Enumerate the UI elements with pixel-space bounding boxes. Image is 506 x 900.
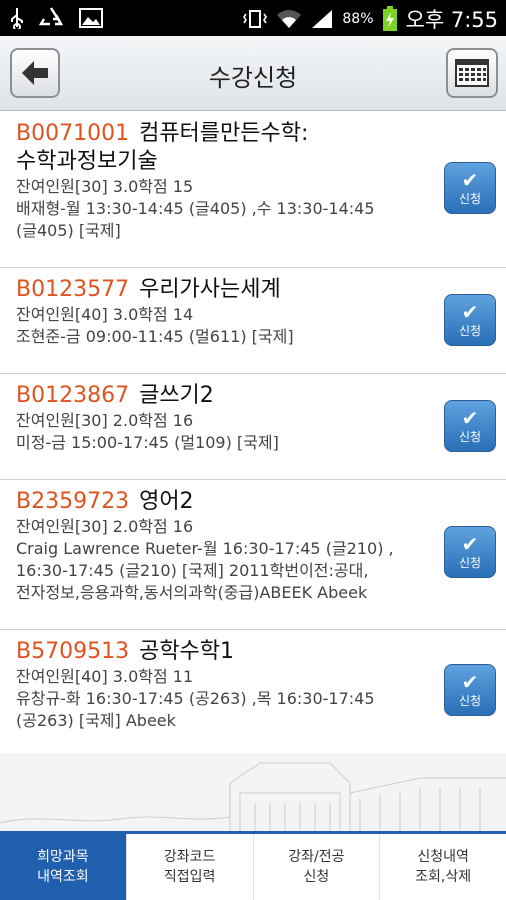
course-schedule-continued: (글405) [국제] bbox=[16, 221, 121, 240]
course-code: B2359723 bbox=[16, 489, 130, 514]
course-schedule-continued: (공263) [국제] Abeek bbox=[16, 711, 176, 730]
check-icon: ✔ bbox=[461, 168, 479, 192]
apply-button[interactable]: ✔ 신청 bbox=[444, 400, 496, 452]
check-icon: ✔ bbox=[461, 670, 479, 694]
course-name: 공학수학1 bbox=[139, 639, 235, 664]
image-icon bbox=[79, 8, 103, 28]
course-capacity: 잔여인원[30] 2.0학점 16 bbox=[16, 517, 194, 536]
app-header: 수강신청 bbox=[0, 36, 506, 111]
vibrate-icon bbox=[243, 10, 268, 28]
tab-application-history[interactable]: 신청내역 조회,삭제 bbox=[379, 834, 506, 900]
course-notes: 전자정보,응용과학,동서의과학(중급)ABEEK Abeek bbox=[16, 583, 368, 602]
apply-button[interactable]: ✔ 신청 bbox=[444, 664, 496, 716]
course-capacity: 잔여인원[30] 2.0학점 16 bbox=[16, 411, 194, 430]
course-code: B5709513 bbox=[16, 639, 130, 664]
course-name: 글쓰기2 bbox=[139, 383, 214, 408]
course-schedule: 미정-금 15:00-17:45 (멀109) [국제] bbox=[16, 433, 279, 452]
usb-icon bbox=[11, 8, 23, 29]
course-name: 우리가사는세계 bbox=[139, 277, 281, 302]
course-item[interactable]: B5709513 공학수학1 잔여인원[40] 3.0학점 11 유창규-화 16… bbox=[0, 630, 506, 754]
apply-button[interactable]: ✔ 신청 bbox=[444, 294, 496, 346]
course-code: B0071001 bbox=[16, 121, 130, 146]
course-name: 영어2 bbox=[139, 489, 194, 514]
course-schedule: Craig Lawrence Rueter-월 16:30-17:45 (글21… bbox=[16, 539, 394, 558]
course-schedule-continued: 16:30-17:45 (글210) [국제] 2011학번이전:공대, bbox=[16, 561, 369, 580]
course-code: B0123867 bbox=[16, 383, 130, 408]
check-icon: ✔ bbox=[461, 406, 479, 430]
check-icon: ✔ bbox=[461, 300, 479, 324]
clock: 오후 7:55 bbox=[405, 8, 498, 32]
bottom-tab-bar: 희망과목 내역조회 강좌코드 직접입력 강좌/전공 신청 신청내역 조회,삭제 bbox=[0, 831, 506, 900]
apply-button[interactable]: ✔ 신청 bbox=[444, 526, 496, 578]
wifi-icon bbox=[277, 10, 302, 28]
recycle-icon bbox=[38, 7, 64, 26]
tab-wishlist-view[interactable]: 희망과목 내역조회 bbox=[0, 834, 126, 900]
course-item[interactable]: B2359723 영어2 잔여인원[30] 2.0학점 16 Craig Lawr… bbox=[0, 480, 506, 630]
course-list: B0071001 컴퓨터를만든수학: 수학과정보기술 잔여인원[30] 3.0학점… bbox=[0, 112, 506, 754]
battery-charging-icon bbox=[382, 6, 397, 31]
course-item[interactable]: B0123577 우리가사는세계 잔여인원[40] 3.0학점 14 조현준-금 … bbox=[0, 268, 506, 374]
status-bar: 88% 오후 7:55 bbox=[0, 0, 506, 36]
check-icon: ✔ bbox=[461, 532, 479, 556]
campus-building-illustration bbox=[0, 753, 506, 831]
course-code: B0123577 bbox=[16, 277, 130, 302]
course-capacity: 잔여인원[40] 3.0학점 11 bbox=[16, 667, 194, 686]
course-capacity: 잔여인원[40] 3.0학점 14 bbox=[16, 305, 194, 324]
tab-course-major-apply[interactable]: 강좌/전공 신청 bbox=[252, 834, 380, 900]
page-title: 수강신청 bbox=[208, 64, 298, 92]
calendar-button[interactable] bbox=[446, 48, 498, 98]
battery-percent: 88% bbox=[342, 11, 374, 27]
signal-icon bbox=[312, 10, 333, 28]
apply-button[interactable]: ✔ 신청 bbox=[444, 162, 496, 214]
course-capacity: 잔여인원[30] 3.0학점 15 bbox=[16, 177, 194, 196]
course-item[interactable]: B0071001 컴퓨터를만든수학: 수학과정보기술 잔여인원[30] 3.0학점… bbox=[0, 112, 506, 268]
calendar-icon bbox=[455, 59, 489, 87]
course-schedule: 배재형-월 13:30-14:45 (글405) ,수 13:30-14:45 bbox=[16, 199, 375, 218]
course-schedule: 조현준-금 09:00-11:45 (멀611) [국제] bbox=[16, 327, 294, 346]
course-name: 컴퓨터를만든수학: bbox=[139, 121, 309, 146]
course-name-continued: 수학과정보기술 bbox=[16, 149, 158, 174]
course-schedule: 유창규-화 16:30-17:45 (공263) ,목 16:30-17:45 bbox=[16, 689, 375, 708]
course-item[interactable]: B0123867 글쓰기2 잔여인원[30] 2.0학점 16 미정-금 15:0… bbox=[0, 374, 506, 480]
tab-direct-code-entry[interactable]: 강좌코드 직접입력 bbox=[125, 834, 253, 900]
